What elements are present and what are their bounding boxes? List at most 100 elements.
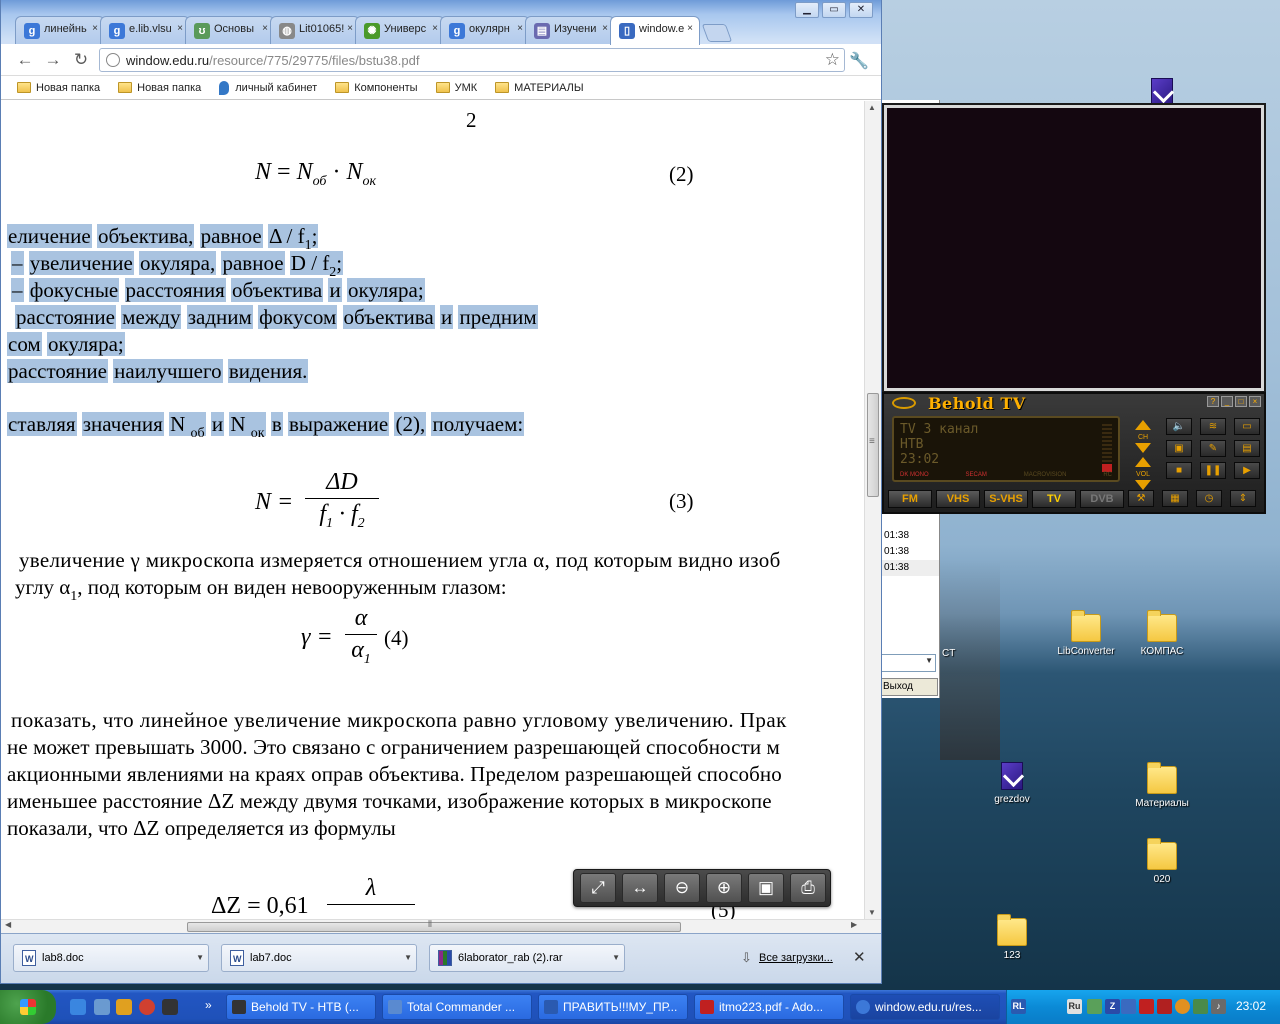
zoom-in-icon[interactable]: ⊕ bbox=[706, 873, 742, 903]
vertical-scrollbar[interactable]: ▲ ▼ bbox=[864, 101, 881, 919]
bookmark-item[interactable]: Компоненты bbox=[335, 76, 418, 99]
stop-icon[interactable]: ■ bbox=[1166, 462, 1192, 479]
timer-icon[interactable]: ◷ bbox=[1196, 490, 1222, 507]
record-icon[interactable]: ▦ bbox=[1162, 490, 1188, 507]
new-tab-button[interactable] bbox=[701, 24, 733, 42]
reload-icon[interactable]: ↻ bbox=[71, 50, 91, 70]
scroll-up-icon[interactable]: ▲ bbox=[868, 103, 876, 112]
close-icon[interactable]: ✕ bbox=[849, 2, 873, 18]
horizontal-scroll-thumb[interactable] bbox=[187, 919, 681, 932]
bookmark-item[interactable]: УМК bbox=[435, 76, 477, 99]
volume-up-icon[interactable] bbox=[1135, 457, 1151, 467]
scroll-right-icon[interactable]: ▶ bbox=[851, 920, 857, 929]
channel-up-icon[interactable] bbox=[1135, 420, 1151, 430]
pause-icon[interactable]: ❚❚ bbox=[1200, 462, 1226, 479]
file-row-time[interactable]: 01:38 bbox=[880, 544, 939, 560]
print-icon[interactable]: ⎙ bbox=[790, 873, 826, 903]
mode-fm-button[interactable]: FM bbox=[888, 490, 932, 508]
file-row-time[interactable]: 01:38 bbox=[880, 560, 939, 576]
opera-icon[interactable] bbox=[116, 999, 132, 1015]
close-icon[interactable]: ✕ bbox=[853, 948, 866, 966]
forward-icon[interactable]: → bbox=[43, 50, 63, 70]
folder-icon[interactable]: ▤ bbox=[1234, 440, 1260, 457]
minimize-icon[interactable]: _ bbox=[1221, 396, 1233, 407]
language-rl-icon[interactable]: RL bbox=[1011, 999, 1026, 1014]
taskbar-button-chrome[interactable]: window.edu.ru/res... bbox=[850, 994, 1000, 1020]
play-icon[interactable]: ▶ bbox=[1234, 462, 1260, 479]
taskbar-button-total-commander[interactable]: Total Commander ... bbox=[382, 994, 532, 1020]
pdf-viewer[interactable]: 2 N = Nоб · Nок (2) еличение объектива , … bbox=[1, 101, 864, 919]
tab-1[interactable]: g линейнь × bbox=[15, 16, 105, 44]
bookmark-item[interactable]: личный кабинет bbox=[219, 76, 317, 99]
scroll-down-icon[interactable]: ▼ bbox=[868, 908, 876, 917]
expand-icon[interactable]: ⇕ bbox=[1230, 490, 1256, 507]
start-button[interactable] bbox=[0, 990, 56, 1024]
tab-6[interactable]: g окулярн × bbox=[440, 16, 530, 44]
exit-button[interactable]: Выход bbox=[880, 678, 938, 696]
tab-8-active[interactable]: ▯ window.e × bbox=[610, 16, 700, 45]
download-item[interactable]: lab8.doc ▼ bbox=[13, 944, 209, 972]
close-tab-icon[interactable]: × bbox=[92, 23, 98, 34]
tab-4[interactable]: ◍ Lit01065! × bbox=[270, 16, 360, 44]
snapshot-icon[interactable]: ▣ bbox=[1166, 440, 1192, 457]
network-icon[interactable] bbox=[1087, 999, 1102, 1014]
signal-icon[interactable]: ≋ bbox=[1200, 418, 1226, 435]
volume-icon[interactable]: ♪ bbox=[1211, 999, 1226, 1014]
taskbar-button-adobe[interactable]: itmo223.pdf - Ado... bbox=[694, 994, 844, 1020]
help-icon[interactable]: ? bbox=[1207, 396, 1219, 407]
chevron-down-icon[interactable]: ▼ bbox=[196, 945, 204, 971]
tab-2[interactable]: g e.lib.vlsu × bbox=[100, 16, 190, 44]
save-icon[interactable]: ▣ bbox=[748, 873, 784, 903]
channel-down-icon[interactable] bbox=[1135, 443, 1151, 453]
mode-vhs-button[interactable]: VHS bbox=[936, 490, 980, 508]
tab-3[interactable]: ʊ Основы × bbox=[185, 16, 275, 44]
bookmark-item[interactable]: МАТЕРИАЛЫ bbox=[495, 76, 584, 99]
taskbar-button-word[interactable]: ПРАВИТЬ!!!МУ_ПР... bbox=[538, 994, 688, 1020]
desktop-icon-partial-ct[interactable]: CT bbox=[942, 648, 962, 659]
all-downloads-link[interactable]: Все загрузки... bbox=[759, 952, 833, 964]
close-tab-icon[interactable]: × bbox=[517, 23, 523, 34]
tray-icon[interactable] bbox=[1121, 999, 1136, 1014]
command-line-combo[interactable] bbox=[880, 654, 936, 672]
address-bar[interactable]: window.edu.ru/resource/775/29775/files/b… bbox=[99, 48, 845, 72]
ie-icon[interactable] bbox=[70, 999, 86, 1015]
scroll-left-icon[interactable]: ◀ bbox=[5, 920, 11, 929]
tab-5[interactable]: ✺ Универс × bbox=[355, 16, 445, 44]
desktop-icon-grezdov[interactable]: grezdov bbox=[974, 762, 1050, 805]
tools-icon[interactable]: ✎ bbox=[1200, 440, 1226, 457]
maximize-icon[interactable]: ▭ bbox=[822, 2, 846, 18]
mode-svhs-button[interactable]: S-VHS bbox=[984, 490, 1028, 508]
show-desktop-icon[interactable] bbox=[94, 999, 110, 1015]
desktop-icon-123[interactable]: 123 bbox=[974, 914, 1050, 961]
close-tab-icon[interactable]: × bbox=[262, 23, 268, 34]
close-icon[interactable]: × bbox=[1249, 396, 1261, 407]
update-icon[interactable] bbox=[1175, 999, 1190, 1014]
antivirus-icon[interactable] bbox=[1139, 999, 1154, 1014]
mode-dvb-button[interactable]: DVB bbox=[1080, 490, 1124, 508]
z-app-icon[interactable]: Z bbox=[1105, 999, 1120, 1014]
wrench-icon[interactable]: 🔧 bbox=[849, 51, 869, 71]
close-tab-icon[interactable]: × bbox=[347, 23, 353, 34]
zoom-out-icon[interactable]: ⊖ bbox=[664, 873, 700, 903]
language-indicator[interactable]: Ru bbox=[1067, 999, 1082, 1014]
file-row[interactable] bbox=[880, 512, 939, 528]
bookmark-item[interactable]: Новая папка bbox=[17, 76, 100, 99]
download-item[interactable]: 6laborator_rab (2).rar ▼ bbox=[429, 944, 625, 972]
speaker-icon[interactable]: 🔈 bbox=[1166, 418, 1192, 435]
mode-tv-button[interactable]: TV bbox=[1032, 490, 1076, 508]
safely-remove-icon[interactable] bbox=[1193, 999, 1208, 1014]
bookmark-item[interactable]: Новая папка bbox=[118, 76, 201, 99]
fit-page-icon[interactable]: ⤢ bbox=[580, 873, 616, 903]
behold-tv-video-window[interactable] bbox=[882, 103, 1266, 393]
tab-7[interactable]: ▤ Изучени × bbox=[525, 16, 615, 44]
horizontal-scrollbar[interactable]: ◀ ▶ bbox=[1, 919, 881, 933]
chevron-down-icon[interactable]: ▼ bbox=[404, 945, 412, 971]
settings-icon[interactable]: ⚒ bbox=[1128, 490, 1154, 507]
file-row-time[interactable]: 01:38 bbox=[880, 528, 939, 544]
back-icon[interactable]: ← bbox=[15, 50, 35, 70]
chevron-right-icon[interactable]: » bbox=[205, 998, 212, 1012]
maximize-icon[interactable]: □ bbox=[1235, 396, 1247, 407]
chrome-icon[interactable] bbox=[139, 999, 155, 1015]
tray-flag-icon[interactable] bbox=[1157, 999, 1172, 1014]
close-tab-icon[interactable]: × bbox=[687, 23, 693, 34]
